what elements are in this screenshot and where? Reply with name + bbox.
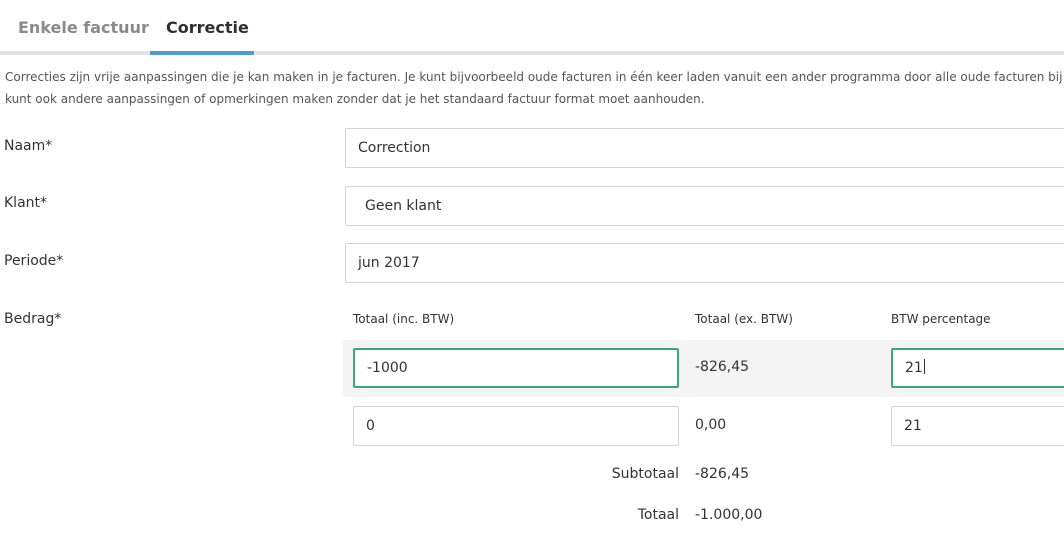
naam-label: Naam* (4, 138, 53, 154)
description-line-2: kunt ook andere aanpassingen of opmerkin… (5, 92, 705, 106)
klant-label: Klant* (4, 195, 48, 211)
periode-input[interactable]: jun 2017 (345, 243, 1064, 283)
amount-excl-value: 0,00 (695, 417, 727, 433)
total-value: -1.000,00 (695, 507, 763, 523)
subtotal-label: Subtotaal (611, 466, 679, 482)
klant-select[interactable]: Geen klant (345, 186, 1064, 226)
tab-bar: Enkele factuur Correctie (0, 0, 1064, 56)
active-tab-indicator (150, 51, 254, 55)
naam-input[interactable]: Correction (345, 128, 1064, 168)
btw-percentage-value: 21 (904, 418, 922, 434)
text-cursor (923, 359, 925, 374)
description-line-1: Correcties zijn vrije aanpassingen die j… (5, 70, 1063, 84)
btw-percentage-input[interactable]: 21 (891, 406, 1064, 446)
amount-excl-value: -826,45 (695, 359, 750, 375)
total-label: Totaal (637, 507, 679, 523)
header-incl-btw: Totaal (inc. BTW) (353, 312, 455, 326)
amount-incl-value: -1000 (367, 360, 408, 376)
amount-incl-value: 0 (366, 418, 375, 434)
header-excl-btw: Totaal (ex. BTW) (695, 312, 793, 326)
amount-incl-input[interactable]: -1000 (353, 348, 679, 388)
periode-label: Periode* (4, 253, 64, 269)
subtotal-value: -826,45 (695, 466, 750, 482)
tab-correctie[interactable]: Correctie (166, 18, 249, 37)
tab-enkele-factuur[interactable]: Enkele factuur (18, 18, 149, 37)
description-text: Correcties zijn vrije aanpassingen die j… (5, 66, 1064, 110)
bedrag-label: Bedrag* (4, 311, 62, 327)
btw-percentage-input[interactable]: 21 (891, 348, 1064, 388)
btw-percentage-value: 21 (905, 360, 923, 376)
header-btw-percentage: BTW percentage (891, 312, 991, 326)
amount-incl-input[interactable]: 0 (353, 406, 679, 446)
